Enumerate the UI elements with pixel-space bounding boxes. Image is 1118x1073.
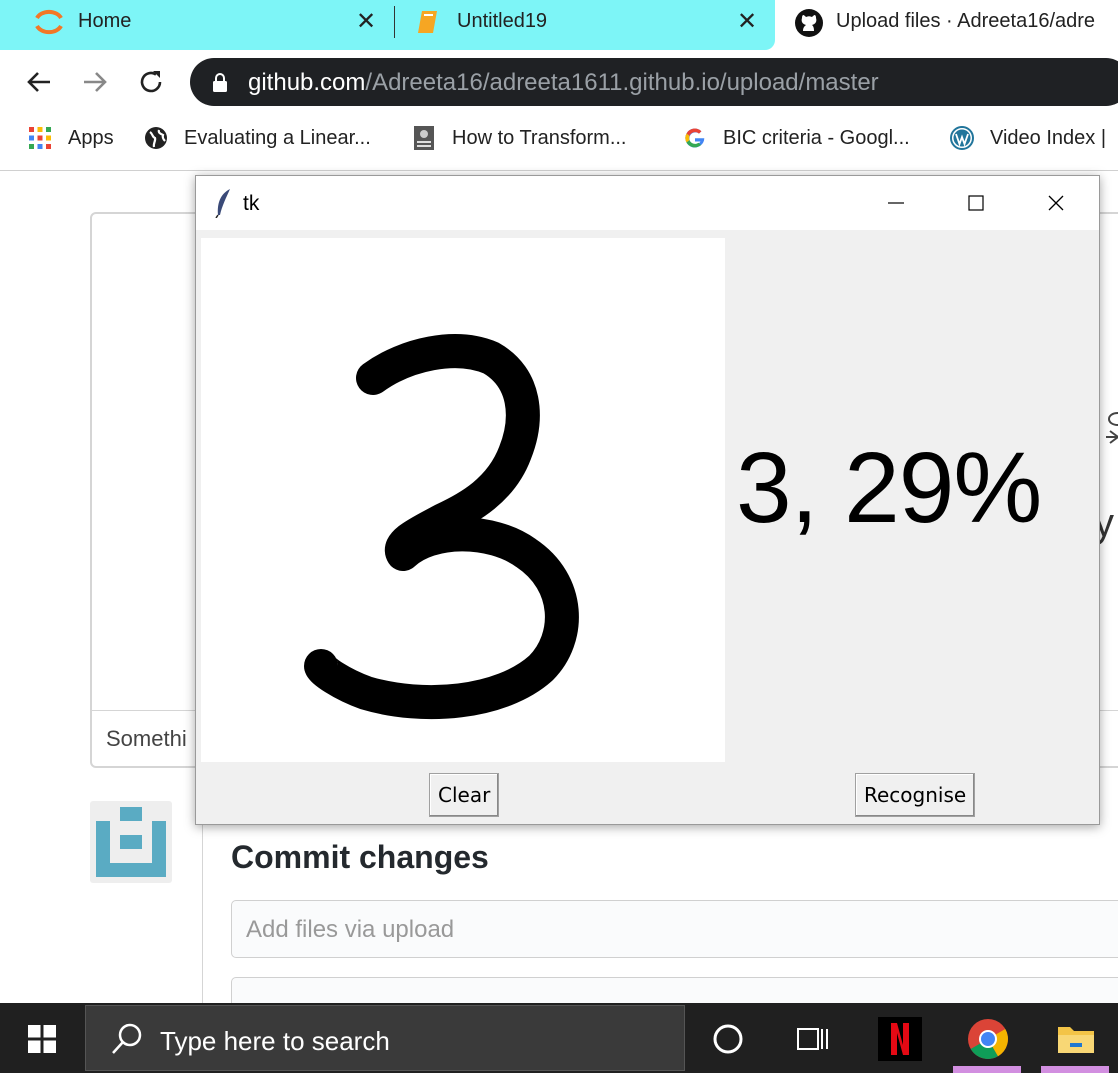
bookmark-how-to-transform[interactable]: How to Transform... [412, 126, 627, 150]
maximize-button[interactable] [956, 186, 996, 220]
bookmark-label: How to Transform... [452, 126, 627, 149]
drawing-canvas[interactable] [201, 238, 725, 762]
taskbar-search-box[interactable]: Type here to search [85, 1005, 685, 1071]
reload-button[interactable] [136, 68, 166, 98]
recognise-button[interactable]: Recognise [855, 773, 976, 817]
arrow-right-icon [84, 72, 107, 92]
tk-titlebar[interactable]: tk [196, 176, 1099, 230]
prediction-result: 3, 29% [736, 432, 1042, 544]
taskbar: Type here to search [0, 1003, 1118, 1073]
globe-icon [145, 127, 167, 149]
task-view-icon[interactable] [790, 1017, 834, 1061]
tab-upload-files[interactable]: Upload files · Adreeta16/adre [780, 0, 1118, 44]
file-explorer-icon[interactable] [1054, 1017, 1098, 1061]
arrow-left-icon [27, 72, 50, 92]
tk-window-title: tk [243, 192, 260, 215]
browser-toolbar: github.com/Adreeta16/adreeta1611.github.… [0, 50, 1118, 114]
jupyter-icon [35, 9, 63, 35]
reload-icon [140, 71, 162, 93]
commit-summary-input[interactable]: Add files via upload [231, 900, 1118, 958]
chrome-active-indicator [953, 1066, 1021, 1073]
clear-button[interactable]: Clear [429, 773, 500, 817]
bookmark-bic-criteria[interactable]: BIC criteria - Googl... [683, 126, 910, 150]
bookmarks-bar: Apps Evaluating a Linear... How to Trans… [0, 114, 1118, 171]
address-bar[interactable]: github.com/Adreeta16/adreeta1611.github.… [190, 58, 1118, 106]
netflix-icon[interactable] [878, 1017, 922, 1061]
url-host: github.com [248, 69, 366, 96]
close-icon[interactable]: ✕ [356, 7, 376, 36]
windows-start-icon[interactable] [28, 1025, 56, 1053]
close-button[interactable] [1036, 186, 1076, 220]
chrome-icon[interactable] [966, 1017, 1010, 1061]
tab-home[interactable]: Home ✕ [0, 0, 394, 44]
bookmark-label: Evaluating a Linear... [184, 126, 371, 149]
dropzone-footer-text: Somethi [106, 726, 187, 751]
minimize-icon [888, 202, 904, 204]
commit-title: Commit changes [231, 839, 489, 875]
bookmark-apps[interactable]: Apps [28, 126, 114, 150]
minimize-button[interactable] [876, 186, 916, 220]
identicon-icon [96, 807, 166, 877]
tab-upload-files-label: Upload files · Adreeta16/adre [836, 10, 1096, 32]
cortana-icon[interactable] [706, 1017, 750, 1061]
bookmark-evaluating-linear[interactable]: Evaluating a Linear... [144, 126, 371, 150]
avatar[interactable] [90, 801, 172, 883]
maximize-icon [968, 195, 984, 211]
tab-strip: Home ✕ Untitled19 ✕ Upload files · Adree… [0, 0, 1118, 50]
tab-home-label: Home [78, 10, 132, 32]
tab-untitled19[interactable]: Untitled19 ✕ [395, 0, 775, 44]
feather-icon [215, 189, 230, 218]
bookmark-label: Apps [68, 126, 114, 149]
google-icon [685, 128, 705, 148]
url-path: /Adreeta16/adreeta1611.github.io/upload/… [365, 69, 879, 96]
bookmark-video-index[interactable]: Video Index | [950, 126, 1106, 150]
tab-untitled19-label: Untitled19 [457, 10, 548, 32]
github-icon [795, 9, 823, 37]
notebook-icon [418, 11, 437, 33]
search-placeholder: Type here to search [160, 1026, 390, 1056]
bookmark-label: BIC criteria - Googl... [723, 126, 910, 149]
url-text: github.com/Adreeta16/adreeta1611.github.… [248, 69, 879, 97]
lock-icon [213, 73, 227, 92]
handwritten-digit-drawing [304, 334, 579, 720]
bookmark-label: Video Index | [990, 126, 1107, 149]
forward-button[interactable] [80, 68, 110, 98]
apps-grid-icon [29, 127, 51, 149]
book-thumbnail-icon [414, 126, 434, 150]
explorer-active-indicator [1041, 1066, 1109, 1073]
search-icon [112, 1023, 142, 1054]
tk-window: tk 3, 29% Clear Recognise [195, 175, 1100, 825]
back-button[interactable] [24, 68, 54, 98]
wordpress-icon [950, 126, 974, 150]
close-icon[interactable]: ✕ [737, 7, 757, 36]
close-icon [1048, 195, 1064, 211]
